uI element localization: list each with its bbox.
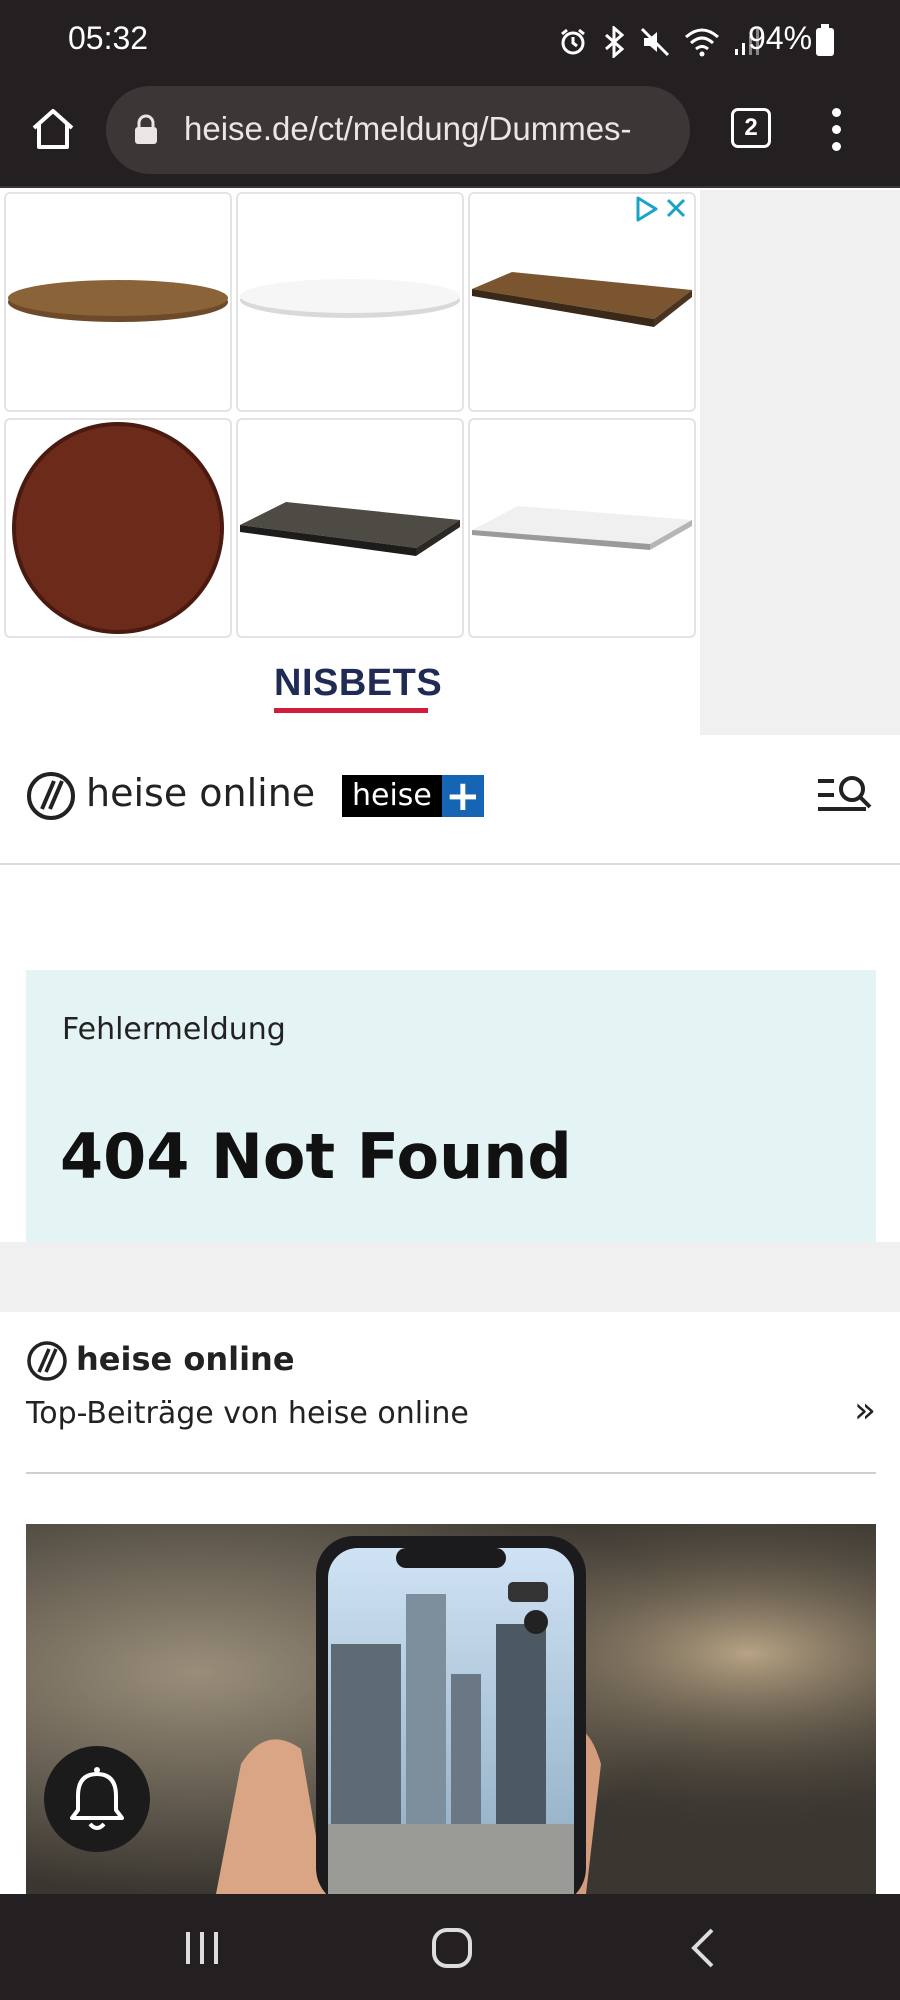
site-logo-text[interactable]: heise online xyxy=(86,771,315,815)
top-articles-header[interactable]: heise online Top-Beiträge von heise onli… xyxy=(26,1340,876,1474)
ad-side-filler xyxy=(700,190,900,735)
more-menu-icon[interactable] xyxy=(820,106,856,154)
battery-icon xyxy=(816,24,834,56)
home-icon[interactable] xyxy=(28,104,78,154)
ad-product-square-granite[interactable] xyxy=(236,418,464,638)
system-navigation-bar xyxy=(0,1894,900,2000)
mute-icon xyxy=(640,27,670,57)
ad-product-round-oak[interactable] xyxy=(4,192,232,412)
ad-brand-underline xyxy=(274,708,428,713)
ad-product-round-mahogany[interactable] xyxy=(4,418,232,638)
wifi-icon xyxy=(685,28,719,57)
notification-bell-button[interactable] xyxy=(44,1746,150,1852)
error-headline: 404 Not Found xyxy=(60,1120,572,1193)
adchoices-icon[interactable] xyxy=(634,194,694,224)
back-icon[interactable] xyxy=(688,1926,718,1970)
address-bar[interactable]: heise.de/ct/meldung/Dummes- xyxy=(106,86,690,174)
battery-percent: 94% xyxy=(748,20,813,56)
error-kicker: Fehlermeldung xyxy=(62,1012,286,1047)
ad-product-square-white[interactable] xyxy=(468,418,696,638)
recent-apps-icon[interactable] xyxy=(182,1928,222,1968)
url-text[interactable]: heise.de/ct/meldung/Dummes- xyxy=(184,110,684,148)
section-divider xyxy=(0,1242,900,1312)
error-panel: Fehlermeldung 404 Not Found xyxy=(26,970,876,1242)
alarm-icon xyxy=(561,28,585,55)
home-nav-icon[interactable] xyxy=(430,1926,474,1970)
menu-search-icon[interactable] xyxy=(816,773,872,817)
ad-product-square-oak[interactable] xyxy=(468,192,696,412)
tab-switcher-button[interactable]: 2 xyxy=(731,108,771,148)
article-teaser-image[interactable] xyxy=(26,1524,876,1894)
heise-plus-word: heise xyxy=(342,775,442,817)
top-articles-title[interactable]: Top-Beiträge von heise online xyxy=(26,1396,469,1431)
status-bar: 05:32 94% xyxy=(0,0,900,80)
bluetooth-icon xyxy=(605,26,625,58)
heise-plus-badge[interactable]: heise + xyxy=(342,775,484,817)
site-header: heise online heise + xyxy=(0,735,900,865)
lock-icon xyxy=(135,114,157,144)
bell-icon xyxy=(70,1767,124,1830)
heise-logo-icon xyxy=(27,1341,67,1381)
teaser-logo-text: heise online xyxy=(76,1340,295,1378)
status-icons xyxy=(558,22,760,62)
ad-brand-logo[interactable]: NISBETS xyxy=(274,662,442,705)
heise-plus-symbol: + xyxy=(441,775,484,817)
heise-logo-icon[interactable] xyxy=(26,771,76,821)
ad-product-round-white[interactable] xyxy=(236,192,464,412)
more-arrow-icon[interactable]: » xyxy=(854,1390,876,1431)
status-time: 05:32 xyxy=(68,20,149,56)
advertisement[interactable]: NISBETS xyxy=(0,190,900,735)
browser-toolbar: heise.de/ct/meldung/Dummes- 2 xyxy=(0,80,900,188)
